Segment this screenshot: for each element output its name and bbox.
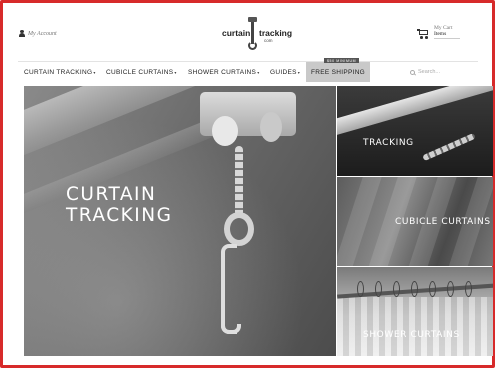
caret-down-icon: ▾ bbox=[257, 69, 260, 75]
cart-link[interactable]: My Cart Items bbox=[417, 25, 460, 39]
logo-loop-mark bbox=[248, 41, 257, 50]
caret-down-icon: ▾ bbox=[93, 69, 96, 75]
nav-label: Cubicle Curtains bbox=[106, 68, 174, 76]
logo-text-right: tracking bbox=[259, 28, 293, 38]
nav-label: Curtain Tracking bbox=[24, 68, 93, 76]
tile-label: SHOWER CURTAINS bbox=[363, 330, 460, 340]
nav-cubicle-curtains[interactable]: Cubicle Curtains ▾ bbox=[106, 62, 177, 82]
search-input[interactable]: Search... bbox=[410, 62, 440, 82]
nav-label: Shower Curtains bbox=[188, 68, 257, 76]
nav-label: Guides bbox=[270, 68, 297, 76]
account-link[interactable]: My Account bbox=[19, 30, 57, 37]
shower-ring bbox=[411, 281, 418, 297]
free-shipping-label: FREE SHIPPING bbox=[310, 68, 366, 76]
caret-down-icon: ▾ bbox=[297, 69, 301, 75]
shower-curtain-image bbox=[337, 297, 493, 356]
logo-text-left: curtain bbox=[222, 28, 251, 38]
nav-guides[interactable]: Guides ▾ bbox=[270, 62, 300, 82]
tile-cubicle-curtains[interactable]: CUBICLE CURTAINS bbox=[337, 177, 493, 266]
tile-tracking[interactable]: TRACKING bbox=[337, 86, 493, 176]
nav-curtain-tracking[interactable]: Curtain Tracking ▾ bbox=[24, 62, 96, 82]
tile-shower-curtains[interactable]: SHOWER CURTAINS bbox=[337, 267, 493, 356]
site-header: My Account curtain tracking com My Cart … bbox=[3, 3, 492, 61]
search-icon bbox=[410, 69, 415, 75]
hero-title-line1: CURTAIN bbox=[66, 184, 157, 205]
hero-title-line2: TRACKING bbox=[66, 205, 173, 226]
nav-free-shipping[interactable]: $50 MINIMUM FREE SHIPPING bbox=[306, 58, 370, 82]
tile-label: CUBICLE CURTAINS bbox=[395, 217, 491, 227]
shower-ring bbox=[447, 281, 454, 297]
logo-text-sub: com bbox=[264, 38, 273, 43]
user-icon bbox=[19, 30, 25, 37]
account-label: My Account bbox=[28, 30, 57, 37]
shower-ring bbox=[357, 281, 364, 297]
tile-rail-image bbox=[337, 86, 493, 136]
main-nav: Curtain Tracking ▾ Cubicle Curtains ▾ Show… bbox=[18, 58, 478, 82]
shower-ring bbox=[393, 281, 400, 297]
tile-chain-image bbox=[422, 132, 476, 162]
site-logo[interactable]: curtain tracking com bbox=[217, 17, 293, 53]
caret-down-icon: ▾ bbox=[174, 69, 177, 75]
shower-ring bbox=[375, 281, 382, 297]
tile-label: TRACKING bbox=[363, 138, 414, 148]
cart-icon bbox=[417, 29, 428, 39]
shower-ring bbox=[465, 281, 472, 297]
nav-shower-curtains[interactable]: Shower Curtains ▾ bbox=[188, 62, 260, 82]
hero-title: CURTAIN TRACKING bbox=[66, 184, 186, 226]
cart-items: Items bbox=[434, 31, 460, 39]
shower-ring bbox=[429, 281, 436, 297]
hero-curtain-tracking[interactable]: CURTAIN TRACKING bbox=[24, 86, 336, 356]
search-placeholder: Search... bbox=[418, 69, 441, 75]
